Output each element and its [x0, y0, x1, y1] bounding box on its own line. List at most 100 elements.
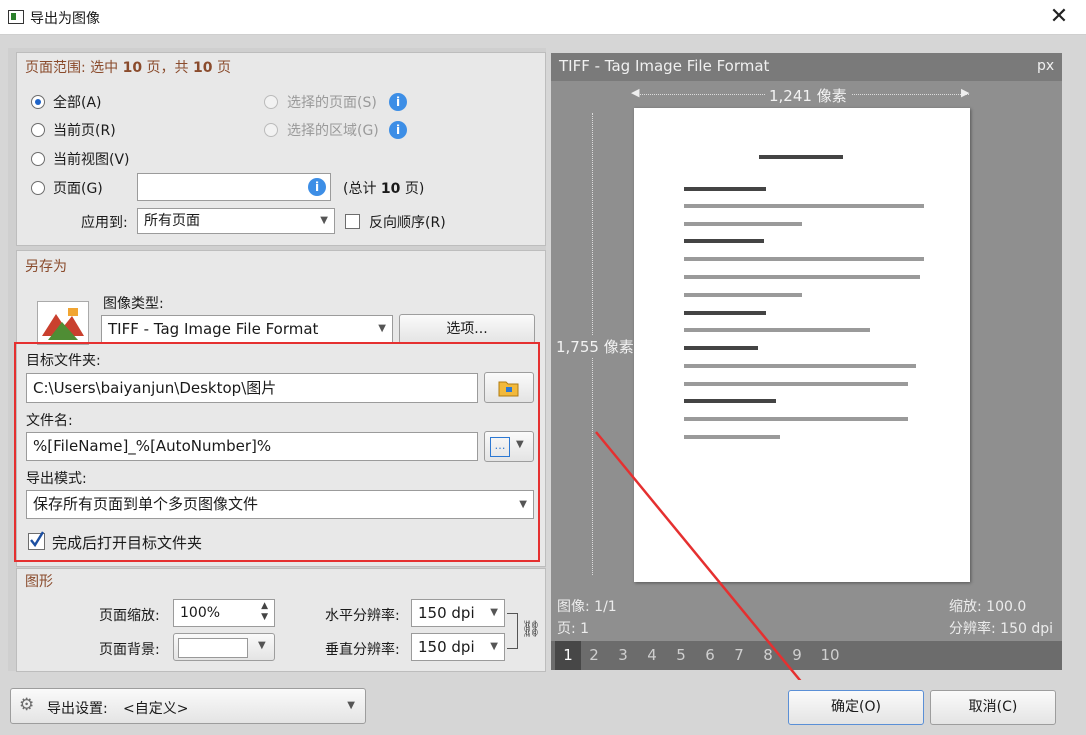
reverse-order-checkbox[interactable]: [345, 214, 360, 229]
chevron-down-icon: ▼: [519, 499, 527, 510]
preview-panel: TIFF - Tag Image File Format px ◀ ▶ 1,24…: [551, 53, 1062, 670]
image-type-icon: [37, 301, 89, 345]
folder-label: 目标文件夹:: [26, 353, 101, 369]
apply-to-select[interactable]: 所有页面 ▼: [137, 208, 335, 234]
hres-select[interactable]: 150 dpi ▼: [411, 599, 505, 627]
browse-folder-button[interactable]: [484, 372, 534, 403]
close-icon[interactable]: ✕: [1044, 2, 1074, 32]
hres-value: 150 dpi: [418, 604, 475, 622]
scale-label: 页面缩放:: [99, 608, 160, 624]
range-total-count: 10: [193, 60, 213, 76]
radio-current-page-label[interactable]: 当前页(R): [53, 120, 116, 140]
open-folder-checkbox[interactable]: [28, 531, 45, 550]
graphics-header: 图形: [25, 574, 53, 590]
radio-current-view-label[interactable]: 当前视图(V): [53, 149, 130, 169]
pages-input[interactable]: i: [137, 173, 331, 201]
page-button-1[interactable]: 1: [555, 641, 581, 670]
chevron-down-icon: ▼: [347, 700, 355, 711]
range-selected-count: 10: [122, 60, 143, 76]
radio-selected-pages-label[interactable]: 选择的页面(S): [287, 92, 377, 112]
window-title: 导出为图像: [30, 11, 100, 27]
reverse-order-label[interactable]: 反向顺序(R): [369, 212, 446, 232]
macro-button[interactable]: … ▼: [484, 431, 534, 462]
gear-icon: ⚙: [19, 695, 35, 715]
info-icon[interactable]: i: [389, 93, 407, 111]
vres-value: 150 dpi: [418, 638, 475, 656]
vres-select[interactable]: 150 dpi ▼: [411, 633, 505, 661]
info-icon[interactable]: i: [389, 121, 407, 139]
radio-selected-pages[interactable]: [264, 95, 278, 109]
scale-input[interactable]: 100% ▲ ▼: [173, 599, 275, 627]
background-color-picker[interactable]: ▼: [173, 633, 275, 661]
app-icon: [8, 10, 24, 24]
radio-all-label[interactable]: 全部(A): [53, 92, 102, 112]
zoom-info: 缩放: 100.0: [949, 599, 1027, 615]
chevron-down-icon: ▼: [258, 640, 266, 651]
total-prefix: (总计: [343, 181, 381, 197]
image-type-value: TIFF - Tag Image File Format: [108, 320, 319, 338]
export-mode-value: 保存所有页面到单个多页图像文件: [33, 495, 259, 513]
page-button-7[interactable]: 7: [726, 646, 752, 664]
radio-current-page[interactable]: [31, 123, 45, 137]
spinner-icon[interactable]: ▲ ▼: [261, 601, 268, 623]
chevron-down-icon: ▼: [320, 215, 328, 226]
checkmark-icon: [30, 531, 45, 548]
export-settings-select[interactable]: ⚙ 导出设置: <自定义> ▼: [10, 688, 366, 724]
height-label: 1,755 像素: [556, 336, 634, 357]
image-info: 图像: 1/1: [557, 599, 617, 615]
page-button-8[interactable]: 8: [755, 646, 781, 664]
radio-selected-area[interactable]: [264, 123, 278, 137]
vres-label: 垂直分辨率:: [325, 642, 400, 658]
chevron-down-icon: ▼: [378, 323, 386, 334]
image-type-select[interactable]: TIFF - Tag Image File Format ▼: [101, 315, 393, 343]
total-count: 10: [380, 181, 401, 197]
options-button[interactable]: 选项...: [399, 314, 535, 344]
info-icon[interactable]: i: [308, 178, 326, 196]
dpi-info: 分辨率: 150 dpi: [949, 621, 1054, 637]
page-button-3[interactable]: 3: [610, 646, 636, 664]
footer-bar: ⚙ 导出设置: <自定义> ▼ 确定(O) 取消(C): [0, 680, 1086, 735]
ok-button[interactable]: 确定(O): [788, 690, 924, 725]
save-as-header: 另存为: [25, 259, 67, 275]
title-bar: 导出为图像 ✕: [0, 0, 1086, 35]
apply-to-value: 所有页面: [144, 213, 200, 229]
width-label: 1,241 像素: [765, 85, 851, 106]
range-header-prefix: 页面范围: 选中: [25, 60, 123, 76]
range-header-mid: 页，共: [142, 60, 194, 76]
radio-selected-area-label[interactable]: 选择的区域(G): [287, 120, 379, 140]
page-button-9[interactable]: 9: [784, 646, 810, 664]
image-type-label: 图像类型:: [103, 296, 164, 312]
chevron-down-icon: ▼: [490, 607, 498, 618]
page-thumbnail: [634, 108, 970, 582]
page-button-6[interactable]: 6: [697, 646, 723, 664]
graphics-section: 图形 页面缩放: 100% ▲ ▼ 页面背景: ▼ 水平分辨率: 150 dpi …: [16, 568, 546, 672]
total-suffix: 页): [400, 181, 425, 197]
link-bracket: [507, 613, 518, 649]
chain-link-icon[interactable]: ⛓: [521, 619, 541, 638]
export-settings-value: <自定义>: [123, 701, 189, 717]
page-button-2[interactable]: 2: [581, 646, 607, 664]
background-label: 页面背景:: [99, 642, 160, 658]
radio-pages[interactable]: [31, 181, 45, 195]
export-mode-label: 导出模式:: [26, 471, 87, 487]
total-pages-label: (总计 10 页): [343, 178, 424, 198]
folder-input[interactable]: C:\Users\baiyanjun\Desktop\图片: [26, 373, 478, 403]
page-range-header: 页面范围: 选中 10 页，共 10 页: [25, 57, 231, 77]
width-arrow-right: ▶: [961, 86, 970, 99]
page-button-10[interactable]: 10: [815, 646, 845, 664]
radio-current-view[interactable]: [31, 152, 45, 166]
open-folder-label[interactable]: 完成后打开目标文件夹: [52, 532, 202, 553]
filename-input[interactable]: %[FileName]_%[AutoNumber]%: [26, 432, 478, 461]
cancel-button[interactable]: 取消(C): [930, 690, 1056, 725]
radio-all[interactable]: [31, 95, 45, 109]
radio-pages-label[interactable]: 页面(G): [53, 178, 103, 198]
export-mode-select[interactable]: 保存所有页面到单个多页图像文件 ▼: [26, 490, 534, 519]
chevron-down-icon: ▼: [516, 439, 524, 450]
page-button-5[interactable]: 5: [668, 646, 694, 664]
apply-to-label: 应用到:: [81, 215, 128, 231]
scale-value: 100%: [180, 605, 221, 621]
page-button-4[interactable]: 4: [639, 646, 665, 664]
range-header-suffix: 页: [212, 60, 231, 76]
preview-unit[interactable]: px: [1037, 58, 1054, 74]
hres-label: 水平分辨率:: [325, 608, 400, 624]
